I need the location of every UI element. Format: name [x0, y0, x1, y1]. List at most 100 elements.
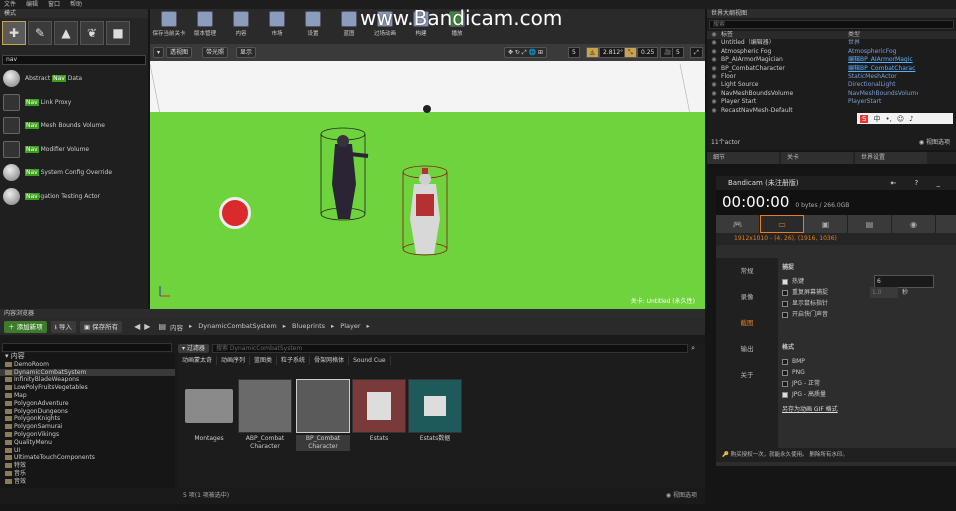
geometry-mode-icon[interactable]: ■	[106, 21, 130, 45]
outliner-row[interactable]: ◉ Untitled（编辑器） 世界	[707, 39, 956, 47]
outliner-row[interactable]: ◉ Player Start PlayerStart	[707, 98, 956, 106]
breadcrumb-item[interactable]: Player	[340, 322, 360, 332]
back-icon[interactable]: ◀	[134, 322, 140, 331]
format-radio[interactable]	[782, 380, 788, 387]
sidebar-item-screenshot[interactable]: 截图	[716, 310, 778, 336]
asset-tile[interactable]: BP_Combat Character	[296, 379, 350, 451]
content-button[interactable]: 内容	[224, 11, 258, 42]
tree-search-input[interactable]	[2, 343, 172, 352]
rotation-snap-value[interactable]: 2.812°	[599, 47, 628, 58]
asset-tile[interactable]: ABP_Combat Character	[238, 379, 292, 451]
format-radio[interactable]	[782, 358, 788, 365]
breadcrumb-item[interactable]: DynamicCombatSystem	[198, 322, 276, 332]
eye-icon[interactable]: ◉	[707, 98, 721, 106]
eye-icon[interactable]: ◉	[707, 56, 721, 64]
ime-mode-icon[interactable]: 中	[873, 114, 880, 124]
light-source-icon[interactable]	[423, 105, 431, 113]
repeat-checkbox[interactable]	[782, 289, 788, 296]
view-options-button[interactable]: ◉ 视图选项	[666, 488, 697, 504]
gif-link[interactable]: 另存为动画 GIF 格式	[782, 404, 952, 413]
save-all-button[interactable]: ▣ 保存所有	[79, 320, 123, 333]
eye-icon[interactable]: ◉	[707, 107, 721, 115]
tree-item[interactable]: DynamicCombatSystem	[0, 368, 175, 377]
level-viewport[interactable]: ▾ 透视图 带光照 显示 ✥ ↻ ⤢ 🌐 ⊞ 5 ◬ 2.812° ⤡ 0.25…	[150, 44, 705, 309]
screen-mode-icon[interactable]: ▭	[760, 215, 804, 233]
tree-item[interactable]: DemoRoom	[0, 361, 175, 369]
camera-speed-value[interactable]: 5	[672, 47, 684, 58]
sidebar-item-output[interactable]: 输出	[716, 336, 778, 362]
tree-item[interactable]: PolygonVikings	[0, 431, 175, 439]
eye-icon[interactable]: ◉	[707, 73, 721, 81]
list-item[interactable]: Nav Mesh Bounds Volume	[0, 114, 148, 138]
filter-chip[interactable]: 粒子系统	[277, 356, 311, 365]
menu-help[interactable]: 帮助	[70, 0, 82, 9]
lit-mode-button[interactable]: 带光照	[202, 47, 229, 58]
outliner-row[interactable]: ◉ NavMeshBoundsVolume NavMeshBoundsVolume	[707, 90, 956, 98]
source-control-button[interactable]: 版本管理	[188, 11, 222, 42]
cursor-checkbox[interactable]	[782, 300, 788, 307]
footer-text[interactable]: 购买授权一次，就能永久使用。 删除所有水印。	[731, 452, 848, 458]
format-radio[interactable]	[782, 391, 788, 398]
breadcrumb-item[interactable]: 内容	[170, 322, 183, 332]
tree-item[interactable]: 特效	[0, 462, 175, 470]
paint-mode-icon[interactable]: ✎	[28, 21, 52, 45]
list-item[interactable]: Nav Modifier Volume	[0, 138, 148, 162]
tab-details[interactable]: 细节	[707, 152, 779, 164]
content-browser-tab[interactable]: 内容浏览器	[0, 309, 705, 318]
ime-emoji-icon[interactable]: ☺	[897, 115, 904, 123]
game-mode-icon[interactable]: 🎮	[716, 215, 760, 233]
tree-item[interactable]: 音效	[0, 478, 175, 486]
outliner-row[interactable]: ◉ Floor StaticMeshActor	[707, 73, 956, 81]
menu-edit[interactable]: 编辑	[26, 0, 38, 9]
show-button[interactable]: 显示	[236, 47, 257, 58]
landscape-mode-icon[interactable]: ▲	[54, 21, 78, 45]
outliner-row[interactable]: ◉ BP_CombatCharacter 编辑BP_CombatCharac	[707, 65, 956, 73]
hotkey-checkbox[interactable]	[782, 278, 788, 285]
modes-tab[interactable]: 模式	[0, 9, 148, 18]
outliner-row[interactable]: ◉ Atmospheric Fog AtmosphericFog	[707, 48, 956, 56]
viewport-options-button[interactable]: ▾	[153, 47, 165, 58]
filter-chip[interactable]: 动画序列	[217, 356, 251, 365]
tree-item[interactable]: 音乐	[0, 470, 175, 478]
list-item[interactable]: Navigation Testing Actor	[0, 185, 148, 209]
tree-item[interactable]: InfinityBladeWeapons	[0, 376, 175, 384]
ime-punct-icon[interactable]: •,	[885, 115, 891, 123]
menu-file[interactable]: 文件	[4, 0, 16, 9]
filter-chip[interactable]: 蓝图类	[250, 356, 278, 365]
eye-icon[interactable]: ◉	[707, 65, 721, 73]
column-header[interactable]: 类型	[848, 31, 918, 39]
sidebar-item-video[interactable]: 录像	[716, 284, 778, 310]
grid-snap-value[interactable]: 5	[568, 47, 580, 58]
asset-tile[interactable]: Estats	[352, 379, 406, 443]
outliner-view-options[interactable]: ◉ 视图选项	[919, 137, 950, 146]
foliage-mode-icon[interactable]: ❦	[80, 21, 104, 45]
folder-icon[interactable]: ▤	[848, 215, 892, 233]
record-button[interactable]	[219, 197, 251, 229]
actor-type-link[interactable]: 编辑BP_AIArmorMagic	[848, 56, 918, 64]
settings-button[interactable]: 设置	[296, 11, 330, 42]
column-header[interactable]: 标签	[721, 31, 848, 39]
asset-search-input[interactable]: 搜索 DynamicCombatSystem	[211, 343, 689, 353]
eye-icon[interactable]: ◉	[707, 39, 721, 47]
breadcrumb-item[interactable]: Blueprints	[292, 322, 325, 332]
tree-item[interactable]: UltimateTouchComponents	[0, 454, 175, 462]
sound-checkbox[interactable]	[782, 311, 788, 318]
ime-mic-icon[interactable]: ♪	[909, 115, 913, 123]
eye-icon[interactable]: ◉	[707, 81, 721, 89]
sidebar-item-about[interactable]: 关于	[716, 362, 778, 388]
tree-item[interactable]: QualityMenu	[0, 439, 175, 447]
scale-snap-value[interactable]: 0.25	[637, 47, 659, 58]
perspective-button[interactable]: 透视图	[166, 47, 193, 58]
rotation-snap-icon[interactable]: ◬	[586, 47, 599, 58]
asset-tile[interactable]: Estats数据	[408, 379, 462, 443]
maximize-viewport-icon[interactable]: ⤢	[690, 47, 703, 58]
scale-snap-icon[interactable]: ⤡	[624, 47, 637, 58]
window-controls[interactable]: ⇤ ? _	[890, 176, 948, 190]
eye-icon[interactable]: ◉	[707, 48, 721, 56]
forward-icon[interactable]: ▶	[144, 322, 150, 331]
marketplace-button[interactable]: 市场	[260, 11, 294, 42]
tree-item[interactable]: Map	[0, 392, 175, 400]
tree-root[interactable]: ▾ 内容	[0, 352, 175, 361]
save-level-button[interactable]: 保存当前关卡	[152, 11, 186, 42]
ime-logo-icon[interactable]: S	[860, 114, 869, 123]
